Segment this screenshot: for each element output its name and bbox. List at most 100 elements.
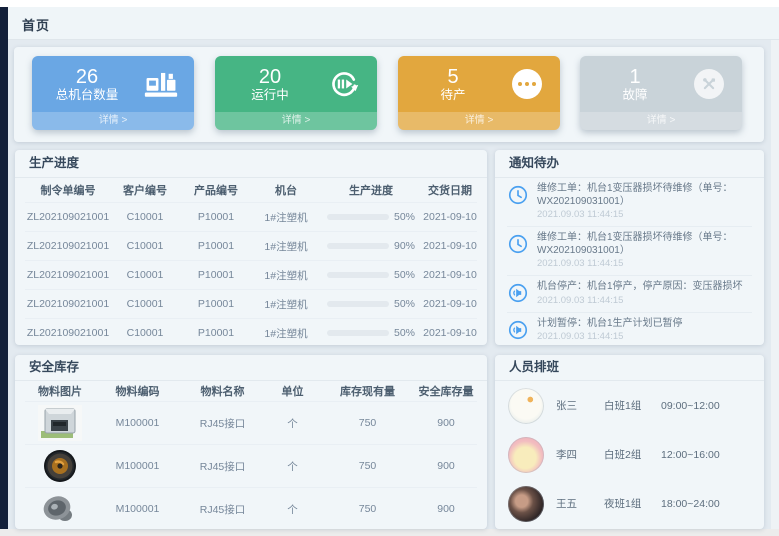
col-customer-no: 客户编号 xyxy=(111,182,179,198)
cell-material-code: M100001 xyxy=(95,417,180,429)
cell-stock-qty: 750 xyxy=(320,503,415,515)
cell-material-code: M100001 xyxy=(95,460,180,472)
notification-time: 2021.09.03 11:44:15 xyxy=(537,209,733,221)
col-material-code: 物料编码 xyxy=(95,383,180,399)
cell-product-no: P10001 xyxy=(179,327,253,339)
progress-bar xyxy=(327,330,389,336)
progress-label: 50% xyxy=(394,327,415,339)
cell-customer-no: C10001 xyxy=(111,240,179,252)
vertical-scrollbar[interactable] xyxy=(771,40,779,529)
tab-home[interactable]: 首页 xyxy=(22,15,50,34)
collapsed-sidebar xyxy=(0,7,8,529)
notification-item[interactable]: 维修工单：机台1变压器损坏待维修（单号： WX202109031001） 202… xyxy=(507,227,752,276)
progress-bar xyxy=(327,243,389,249)
personnel-schedule-title: 人员排班 xyxy=(495,355,764,381)
pending-detail-link[interactable]: 详情 > xyxy=(398,112,560,130)
progress-bar xyxy=(327,214,389,220)
table-row[interactable]: ZL202109021001 C10001 P10001 1#注塑机 90% 2… xyxy=(25,231,477,260)
machine-icon xyxy=(144,67,178,101)
table-row[interactable]: M100001 RJ45接口 个 750 900 xyxy=(25,401,477,444)
fault-detail-link[interactable]: 详情 > xyxy=(580,112,742,130)
horizontal-scrollbar[interactable] xyxy=(0,529,779,536)
safety-inventory-title: 安全库存 xyxy=(15,355,487,381)
production-progress-title: 生产进度 xyxy=(15,150,487,178)
cell-material-name: RJ45接口 xyxy=(180,459,265,474)
person-name: 李四 xyxy=(556,447,604,462)
notification-text: 维修工单：机台1变压器损坏待维修（单号： WX202109031001） xyxy=(537,232,733,257)
notification-item[interactable]: 计划暂停：机台1生产计划已暂停 2021.09.03 11:44:15 xyxy=(507,313,752,346)
running-label: 运行中 xyxy=(237,88,303,103)
ellipsis-icon xyxy=(510,67,544,101)
person-shift: 夜班1组 xyxy=(604,496,661,511)
cell-progress: 50% xyxy=(319,269,423,281)
notification-text: 机台停产：机台1停产，停产原因：变压器损坏 xyxy=(537,281,743,294)
cell-safety-qty: 900 xyxy=(415,460,477,472)
cell-product-no: P10001 xyxy=(179,240,253,252)
personnel-schedule-panel: 人员排班 张三 白班1组 09:00~12:00 李四 白班2组 12:00~1… xyxy=(495,355,764,529)
col-progress: 生产进度 xyxy=(319,182,423,198)
table-row[interactable]: ZL202109021001 C10001 P10001 1#注塑机 50% 2… xyxy=(25,289,477,318)
tab-bar: 首页 xyxy=(8,7,779,40)
col-unit: 单位 xyxy=(265,383,320,399)
clock-icon xyxy=(507,184,529,206)
cell-material-code: M100001 xyxy=(95,503,180,515)
cell-order-no: ZL202109021001 xyxy=(25,269,111,281)
notification-time: 2021.09.03 11:44:15 xyxy=(537,258,733,270)
cell-progress: 50% xyxy=(319,211,423,223)
schedule-row[interactable]: 王五 夜班1组 18:00~24:00 xyxy=(495,479,764,528)
cell-product-no: P10001 xyxy=(179,298,253,310)
avatar xyxy=(508,486,544,522)
cell-order-no: ZL202109021001 xyxy=(25,211,111,223)
safety-inventory-panel: 安全库存 物料图片 物料编码 物料名称 单位 库存现有量 安全库存量 M1000… xyxy=(15,355,487,529)
schedule-row[interactable]: 李四 白班2组 12:00~16:00 xyxy=(495,430,764,479)
card-running[interactable]: 20 运行中 详情 > xyxy=(215,56,377,130)
person-time: 09:00~12:00 xyxy=(661,400,720,412)
sync-running-icon xyxy=(327,67,361,101)
cell-delivery-date: 2021-09-10 xyxy=(423,298,477,310)
running-detail-link[interactable]: 详情 > xyxy=(215,112,377,130)
col-safety-qty: 安全库存量 xyxy=(415,383,477,399)
cell-material-name: RJ45接口 xyxy=(180,502,265,517)
cell-machine: 1#注塑机 xyxy=(253,239,319,254)
progress-bar xyxy=(327,272,389,278)
table-row[interactable]: ZL202109021001 C10001 P10001 1#注塑机 50% 2… xyxy=(25,202,477,231)
clock-icon xyxy=(507,233,529,255)
col-material-name: 物料名称 xyxy=(180,383,265,399)
card-total-machines[interactable]: 26 总机台数量 详情 > xyxy=(32,56,194,130)
table-row[interactable]: M100001 RJ45接口 个 750 900 xyxy=(25,487,477,529)
col-order-no: 制令单编号 xyxy=(25,182,111,198)
speaker-icon xyxy=(507,282,529,304)
progress-label: 50% xyxy=(394,298,415,310)
col-product-no: 产品编号 xyxy=(179,182,253,198)
notification-time: 2021.09.03 11:44:15 xyxy=(537,295,743,307)
production-progress-panel: 生产进度 制令单编号 客户编号 产品编号 机台 生产进度 交货日期 ZL2021… xyxy=(15,150,487,345)
person-name: 张三 xyxy=(556,398,604,413)
col-machine: 机台 xyxy=(253,182,319,198)
schedule-row[interactable]: 张三 白班1组 09:00~12:00 xyxy=(495,381,764,430)
notification-item[interactable]: 维修工单：机台1变压器损坏待维修（单号： WX202109031001） 202… xyxy=(507,178,752,227)
round-connector-image xyxy=(25,448,95,484)
card-pending[interactable]: 5 待产 详情 > xyxy=(398,56,560,130)
avatar xyxy=(508,388,544,424)
progress-label: 50% xyxy=(394,211,415,223)
card-body: 1 故障 xyxy=(580,56,742,112)
person-shift: 白班1组 xyxy=(604,398,661,413)
cell-customer-no: C10001 xyxy=(111,327,179,339)
cell-safety-qty: 900 xyxy=(415,503,477,515)
inventory-table: 物料图片 物料编码 物料名称 单位 库存现有量 安全库存量 M100001 RJ… xyxy=(15,381,487,529)
inventory-table-header: 物料图片 物料编码 物料名称 单位 库存现有量 安全库存量 xyxy=(25,381,477,401)
total-machines-detail-link[interactable]: 详情 > xyxy=(32,112,194,130)
col-material-image: 物料图片 xyxy=(25,383,95,399)
cell-stock-qty: 750 xyxy=(320,460,415,472)
notification-item[interactable]: 机台停产：机台1停产，停产原因：变压器损坏 2021.09.03 11:44:1… xyxy=(507,276,752,313)
cell-material-name: RJ45接口 xyxy=(180,416,265,431)
table-row[interactable]: ZL202109021001 C10001 P10001 1#注塑机 50% 2… xyxy=(25,260,477,289)
notifications-title: 通知待办 xyxy=(495,150,764,178)
cell-safety-qty: 900 xyxy=(415,417,477,429)
table-row[interactable]: M100001 RJ45接口 个 750 900 xyxy=(25,444,477,487)
cell-delivery-date: 2021-09-10 xyxy=(423,327,477,339)
notification-list: 维修工单：机台1变压器损坏待维修（单号： WX202109031001） 202… xyxy=(495,178,764,345)
table-row[interactable]: ZL202109021001 C10001 P10001 1#注塑机 50% 2… xyxy=(25,318,477,345)
card-fault[interactable]: 1 故障 详情 > xyxy=(580,56,742,130)
notification-text: 计划暂停：机台1生产计划已暂停 xyxy=(537,318,683,331)
